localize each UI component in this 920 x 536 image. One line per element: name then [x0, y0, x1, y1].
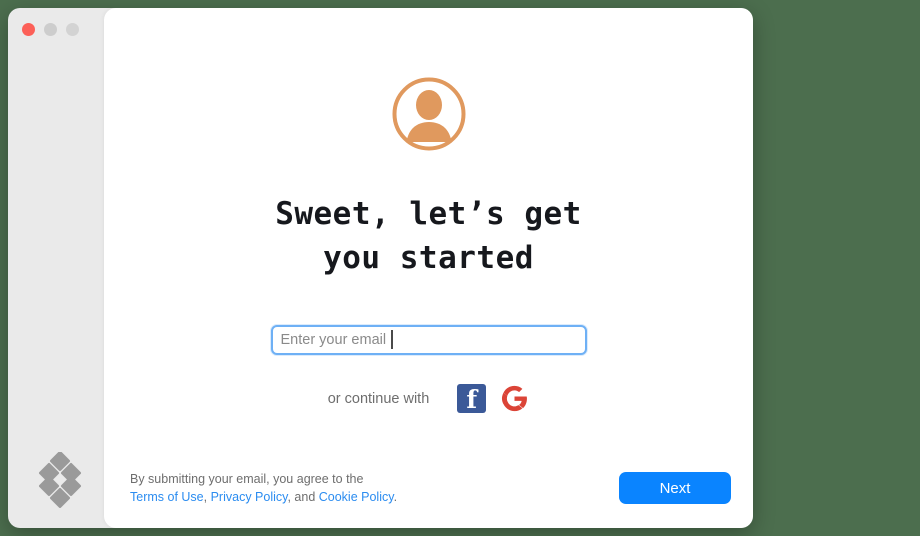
page-title: Sweet, let’s get you started — [275, 196, 582, 276]
avatar — [104, 76, 753, 152]
terms-of-use-link[interactable]: Terms of Use — [130, 490, 204, 504]
next-button[interactable]: Next — [619, 472, 731, 504]
diamond-cluster-logo — [38, 451, 82, 508]
email-input[interactable] — [270, 325, 587, 355]
cookie-policy-link[interactable]: Cookie Policy — [319, 490, 394, 504]
legal-period: . — [393, 490, 398, 504]
window-close-button[interactable] — [22, 23, 35, 36]
facebook-icon[interactable]: f — [457, 384, 487, 414]
legal-prefix: By submitting your email, you agree to t… — [130, 472, 364, 486]
signup-card: Sweet, let’s get you started or continue… — [104, 8, 753, 528]
email-field-row — [104, 325, 753, 355]
privacy-policy-link[interactable]: Privacy Policy — [211, 490, 288, 504]
app-window: Sweet, let’s get you started or continue… — [8, 8, 753, 528]
window-maximize-button[interactable] — [66, 23, 79, 36]
text-cursor — [391, 330, 393, 349]
legal-text: By submitting your email, you agree to t… — [130, 470, 397, 506]
social-login-label: or continue with — [327, 390, 430, 407]
facebook-glyph: f — [466, 385, 478, 414]
legal-separator-1: , — [203, 490, 211, 504]
window-traffic-lights — [22, 23, 79, 36]
user-avatar-icon — [392, 77, 465, 151]
card-footer: By submitting your email, you agree to t… — [130, 470, 731, 506]
social-login-row: or continue with f — [104, 384, 753, 413]
google-icon[interactable] — [500, 384, 529, 413]
legal-separator-2: , and — [287, 490, 319, 504]
window-minimize-button[interactable] — [44, 23, 57, 36]
